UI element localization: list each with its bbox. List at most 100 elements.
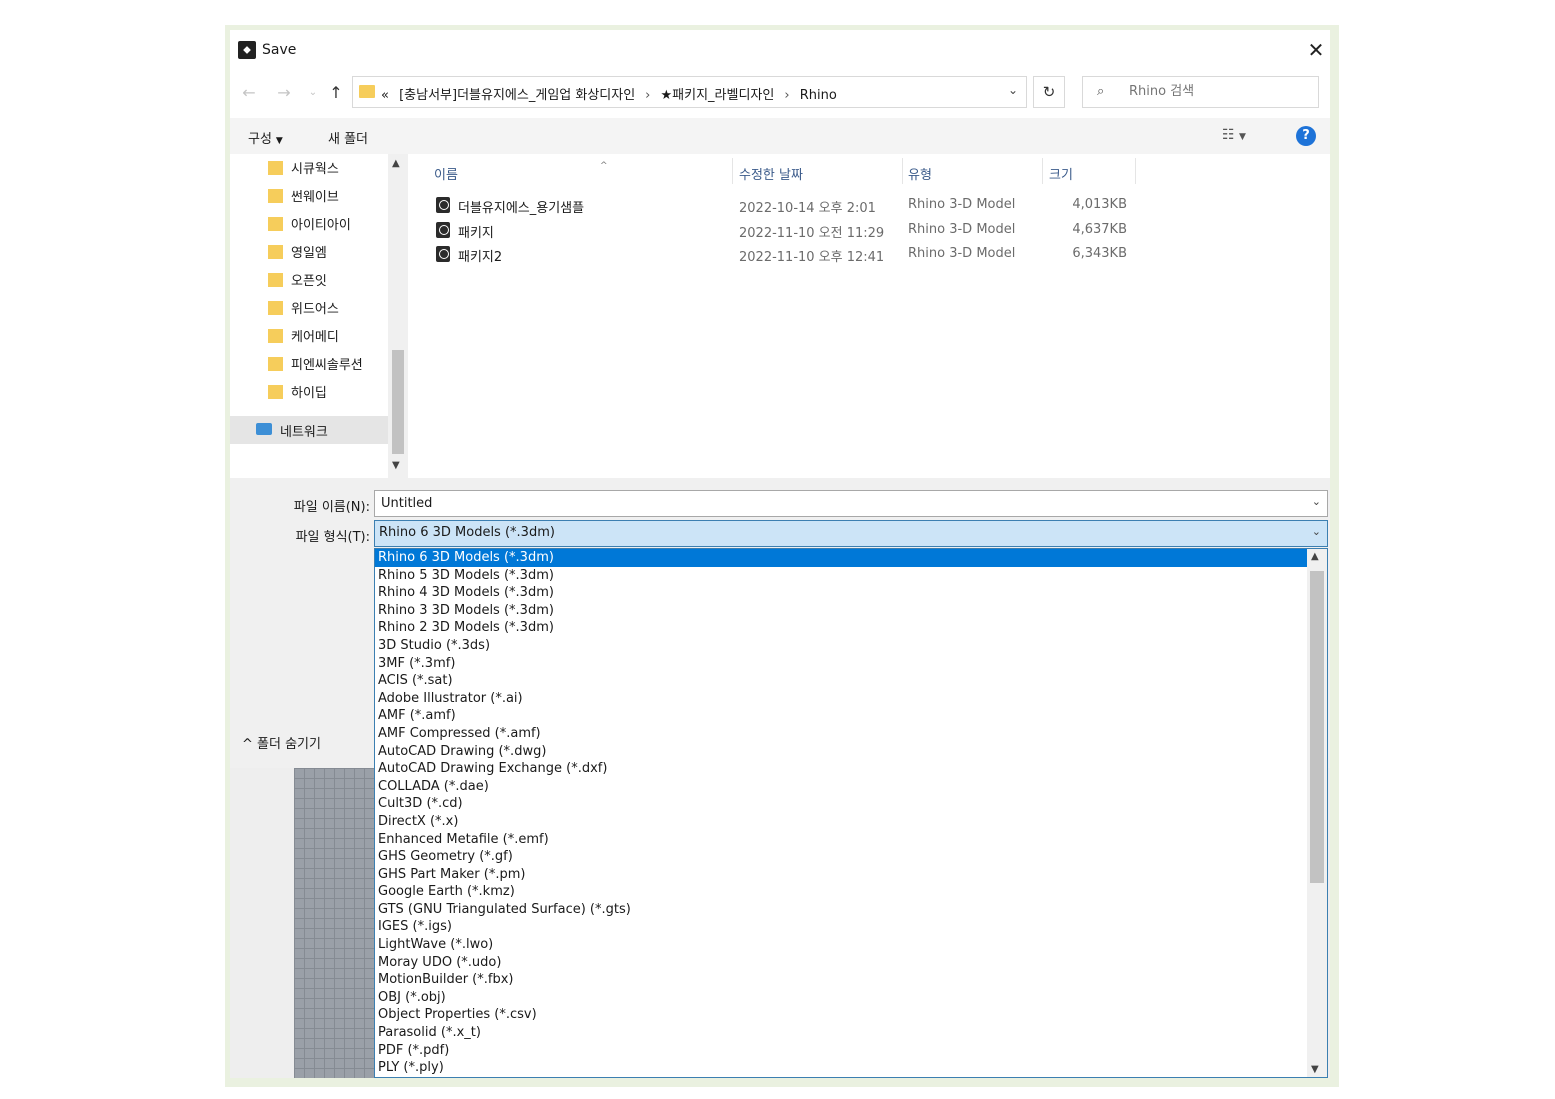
filetype-option[interactable]: Rhino 3 3D Models (*.3dm) [375,602,1308,620]
organize-button[interactable]: 구성 ▼ [248,128,283,147]
filetype-option[interactable]: LightWave (*.lwo) [375,936,1308,954]
file-date: 2022-10-14 오후 2:01 [739,201,876,216]
filetype-option[interactable]: DirectX (*.x) [375,813,1308,831]
folder-icon [268,217,283,231]
column-divider[interactable] [1042,158,1043,184]
sidebar-item[interactable]: 하이딥 [268,382,327,406]
filetype-option[interactable]: Cult3D (*.cd) [375,795,1308,813]
filetype-option[interactable]: Rhino 5 3D Models (*.3dm) [375,567,1308,585]
sidebar-item-label: 피엔씨솔루션 [291,358,363,373]
file-type: Rhino 3-D Model [908,197,1016,212]
filetype-dropdown-list[interactable]: Rhino 6 3D Models (*.3dm) Rhino 5 3D Mode… [374,548,1328,1078]
filetype-option[interactable]: AMF (*.amf) [375,707,1308,725]
filetype-option[interactable]: IGES (*.igs) [375,918,1308,936]
breadcrumb-separator-icon: › [784,88,790,103]
file-row[interactable]: 패키지2 2022-11-10 오후 12:41 Rhino 3-D Model… [408,243,1330,267]
filetype-option[interactable]: AutoCAD Drawing (*.dwg) [375,743,1308,761]
filetype-option[interactable]: GHS Part Maker (*.pm) [375,866,1308,884]
column-divider[interactable] [1135,158,1136,184]
file-size: 4,637KB [1072,222,1127,237]
search-box[interactable]: ⌕ [1082,76,1319,108]
filetype-option[interactable]: AMF Compressed (*.amf) [375,725,1308,743]
view-options-icon[interactable]: ☷ ▼ [1222,127,1246,143]
scrollbar-thumb[interactable] [1310,571,1324,883]
filetype-option[interactable]: Rhino 4 3D Models (*.3dm) [375,584,1308,602]
folder-icon [268,245,283,259]
column-header-date[interactable]: 수정한 날짜 [739,164,803,183]
filetype-option[interactable]: Rhino 2 3D Models (*.3dm) [375,619,1308,637]
column-header-type[interactable]: 유형 [908,164,932,183]
recent-locations-chevron-icon[interactable]: ⌄ [302,82,324,104]
file-type: Rhino 3-D Model [908,246,1016,261]
sidebar-item-label: 위드어스 [291,302,339,317]
filetype-option[interactable]: GTS (GNU Triangulated Surface) (*.gts) [375,901,1308,919]
filetype-option[interactable]: 3D Studio (*.3ds) [375,637,1308,655]
filetype-option[interactable]: Adobe Illustrator (*.ai) [375,690,1308,708]
file-row[interactable]: 패키지 2022-11-10 오전 11:29 Rhino 3-D Model … [408,219,1330,243]
filetype-option[interactable]: COLLADA (*.dae) [375,778,1308,796]
scroll-up-icon[interactable]: ▲ [392,158,400,169]
address-bar[interactable]: « [충남서부]더블유지에스_게임업 화상디자인 › ★패키지_라벨디자인 › Rh… [352,76,1027,108]
scroll-down-icon[interactable]: ▼ [392,460,400,471]
breadcrumb-item[interactable]: ★패키지_라벨디자인 [661,88,775,103]
sidebar-item-label: 오픈잇 [291,274,327,289]
hide-folders-button[interactable]: ^ 폴더 숨기기 [242,733,321,752]
filetype-option[interactable]: PDF (*.pdf) [375,1042,1308,1060]
breadcrumb-item[interactable]: Rhino [800,88,837,103]
search-input[interactable] [1127,83,1311,100]
sidebar-item[interactable]: 케어메디 [268,326,339,350]
filetype-option[interactable]: Parasolid (*.x_t) [375,1024,1308,1042]
filetype-option[interactable]: Object Properties (*.csv) [375,1006,1308,1024]
navigation-scrollbar[interactable]: ▲ ▼ [388,154,408,478]
help-icon[interactable]: ? [1296,126,1316,146]
chevron-down-icon[interactable]: ⌄ [1312,525,1321,538]
address-dropdown-chevron-icon[interactable]: ⌄ [1008,83,1018,97]
sidebar-item-network[interactable]: 네트워크 [230,416,388,444]
close-icon[interactable]: ✕ [1302,36,1330,64]
sidebar-item[interactable]: 썬웨이브 [268,186,339,210]
sidebar-item[interactable]: 위드어스 [268,298,339,322]
scroll-up-icon[interactable]: ▲ [1311,551,1319,562]
filetype-option[interactable]: Moray UDO (*.udo) [375,954,1308,972]
rhino-file-icon [436,246,450,262]
scrollbar-thumb[interactable] [392,350,404,454]
file-name: 더블유지에스_용기샘플 [458,201,585,216]
filetype-option[interactable]: AutoCAD Drawing Exchange (*.dxf) [375,760,1308,778]
filename-combobox[interactable]: ⌄ [374,490,1328,517]
sidebar-item[interactable]: 시큐웍스 [268,158,339,182]
sidebar-item[interactable]: 오픈잇 [268,270,327,294]
file-row[interactable]: 더블유지에스_용기샘플 2022-10-14 오후 2:01 Rhino 3-D… [408,194,1330,218]
folder-icon [268,385,283,399]
sidebar-item[interactable]: 아이티아이 [268,214,351,238]
column-header-size[interactable]: 크기 [1049,164,1073,183]
filetype-select[interactable]: Rhino 6 3D Models (*.3dm) ⌄ [374,520,1328,547]
dropdown-scrollbar[interactable]: ▲ ▼ [1307,549,1327,1077]
up-arrow-icon[interactable]: ↑ [325,82,347,104]
file-name: 패키지2 [458,250,503,265]
breadcrumb-item[interactable]: [충남서부]더블유지에스_게임업 화상디자인 [399,88,635,103]
scroll-down-icon[interactable]: ▼ [1311,1064,1319,1075]
forward-arrow-icon[interactable]: → [273,82,295,104]
filetype-option[interactable]: Google Earth (*.kmz) [375,883,1308,901]
refresh-icon[interactable]: ↻ [1033,76,1065,108]
filetype-option[interactable]: PLY (*.ply) [375,1059,1308,1077]
column-divider[interactable] [902,158,903,184]
sidebar-item[interactable]: 피엔씨솔루션 [268,354,363,378]
column-header-name[interactable]: 이름 ^ [434,161,608,183]
file-size: 6,343KB [1072,246,1127,261]
filetype-option[interactable]: ACIS (*.sat) [375,672,1308,690]
column-divider[interactable] [732,158,733,184]
back-arrow-icon[interactable]: ← [238,82,260,104]
filetype-option[interactable]: 3MF (*.3mf) [375,655,1308,673]
filetype-option[interactable]: GHS Geometry (*.gf) [375,848,1308,866]
breadcrumb-overflow[interactable]: « [381,88,389,103]
filetype-option[interactable]: MotionBuilder (*.fbx) [375,971,1308,989]
filetype-option[interactable]: Rhino 6 3D Models (*.3dm) [375,549,1308,567]
filetype-option[interactable]: OBJ (*.obj) [375,989,1308,1007]
filetype-label: 파일 형식(T): [295,530,370,545]
chevron-down-icon[interactable]: ⌄ [1312,495,1321,508]
filename-input[interactable] [379,495,1283,512]
filetype-option[interactable]: Enhanced Metafile (*.emf) [375,831,1308,849]
sidebar-item[interactable]: 영일엠 [268,242,327,266]
new-folder-button[interactable]: 새 폴더 [328,128,368,147]
